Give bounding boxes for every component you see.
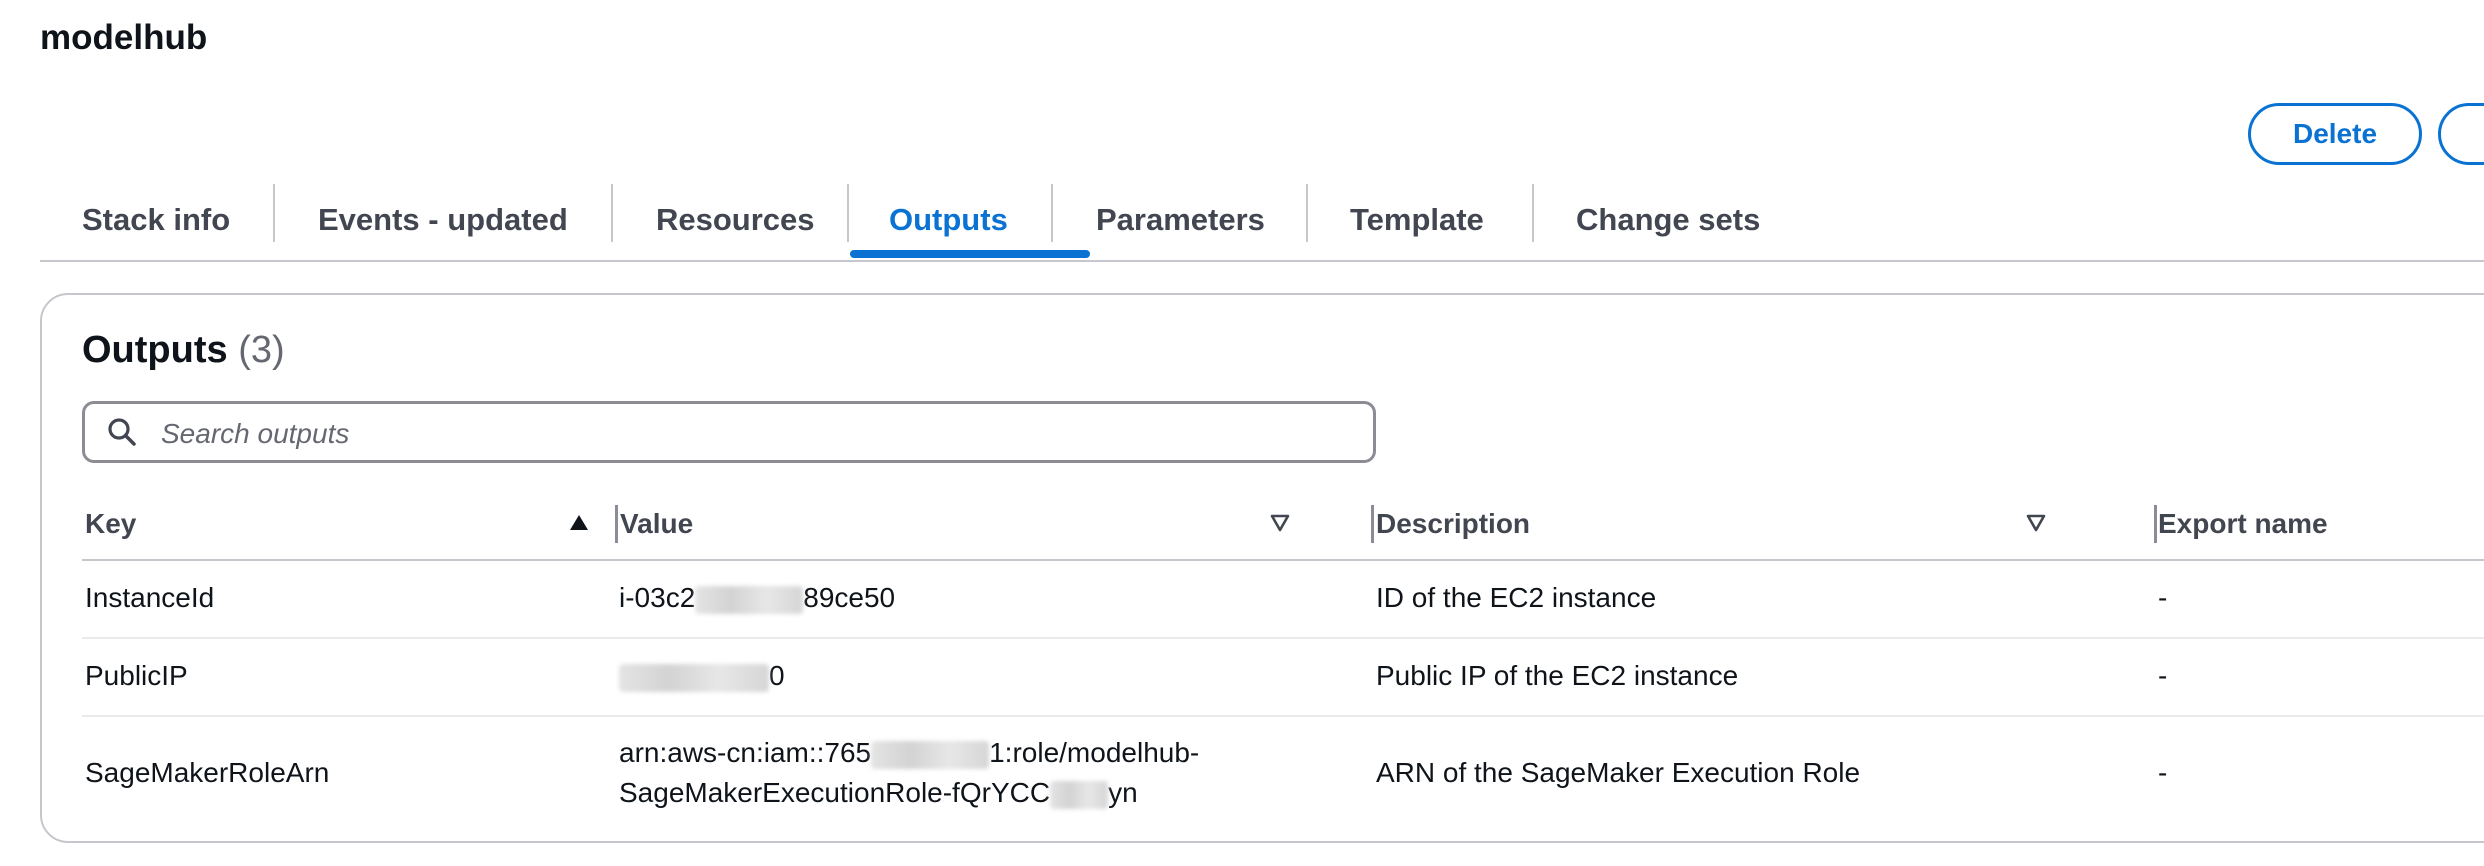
tab-resources[interactable]: Resources [656,194,815,246]
output-value: i-03c2 89ce50 [619,578,895,618]
update-button[interactable] [2438,103,2484,165]
cloudformation-stack-page: modelhub Delete Stack info Events - upda… [0,0,2484,866]
tab-divider [1051,184,1053,242]
outputs-panel: Outputs (3) Key Value Description [40,293,2484,843]
sort-ascending-icon[interactable] [567,511,591,535]
value-suffix: 89ce50 [803,582,896,613]
value-suffix: 0 [769,660,785,691]
value-suffix: yn [1108,777,1138,808]
tab-change-sets[interactable]: Change sets [1576,194,1760,246]
table-row: SageMakerRoleArn arn:aws-cn:iam::765 1:ro… [82,715,2484,833]
tab-divider [611,184,613,242]
search-box[interactable] [82,401,1376,463]
output-description: Public IP of the EC2 instance [1376,660,1739,691]
delete-button[interactable]: Delete [2248,103,2422,165]
table-row: InstanceId i-03c2 89ce50 ID of the EC2 in… [82,559,2484,639]
output-key: SageMakerRoleArn [85,757,330,788]
search-icon [108,418,136,446]
column-resizer[interactable] [2154,505,2157,543]
outputs-heading: Outputs (3) [82,329,285,372]
sort-descending-icon[interactable] [2024,511,2048,535]
output-key: PublicIP [85,660,188,691]
output-description: ID of the EC2 instance [1376,582,1657,613]
tab-template[interactable]: Template [1350,194,1484,246]
output-key: InstanceId [85,582,215,613]
tab-parameters[interactable]: Parameters [1096,194,1265,246]
tab-stack-info[interactable]: Stack info [82,194,230,246]
redacted-text [871,740,990,769]
output-export-name: - [2158,582,2168,613]
tab-divider [847,184,849,242]
outputs-title: Outputs [82,329,228,371]
sort-descending-icon[interactable] [1268,511,1292,535]
column-resizer[interactable] [615,505,618,543]
value-prefix: SageMakerExecutionRole-fQrYCC [619,777,1051,808]
table-row: PublicIP 0 Public IP of the EC2 instance… [82,637,2484,717]
tab-bar: Stack info Events - updated Resources Ou… [40,180,2484,262]
value-line-2: SageMakerExecutionRole-fQrYCC yn [619,773,1199,813]
output-export-name: - [2158,757,2168,788]
output-value: arn:aws-cn:iam::765 1:role/modelhub- Sage… [619,733,1199,813]
redacted-text [1050,780,1109,809]
column-header-value[interactable]: Value [620,489,693,559]
search-input[interactable] [159,408,1363,460]
column-resizer[interactable] [1371,505,1374,543]
page-title: modelhub [40,18,208,57]
column-header-description[interactable]: Description [1376,489,1530,559]
output-description: ARN of the SageMaker Execution Role [1376,757,1861,788]
output-export-name: - [2158,660,2168,691]
table-header: Key Value Description Export name [82,489,2484,561]
column-header-export-name[interactable]: Export name [2158,489,2328,559]
value-line-1: arn:aws-cn:iam::765 1:role/modelhub- [619,733,1199,773]
redacted-text [695,585,804,614]
value-prefix: arn:aws-cn:iam::765 [619,737,872,768]
outputs-count: (3) [238,329,285,371]
column-header-key[interactable]: Key [85,489,136,559]
active-tab-indicator [850,250,1090,258]
value-prefix: i-03c2 [619,582,696,613]
tab-divider [1306,184,1308,242]
output-value: 0 [619,656,785,696]
value-suffix: 1:role/modelhub- [989,737,1200,768]
redacted-text [619,663,769,692]
tab-outputs[interactable]: Outputs [889,194,1008,246]
tab-divider [273,184,275,242]
tab-events[interactable]: Events - updated [318,194,568,246]
tab-divider [1532,184,1534,242]
